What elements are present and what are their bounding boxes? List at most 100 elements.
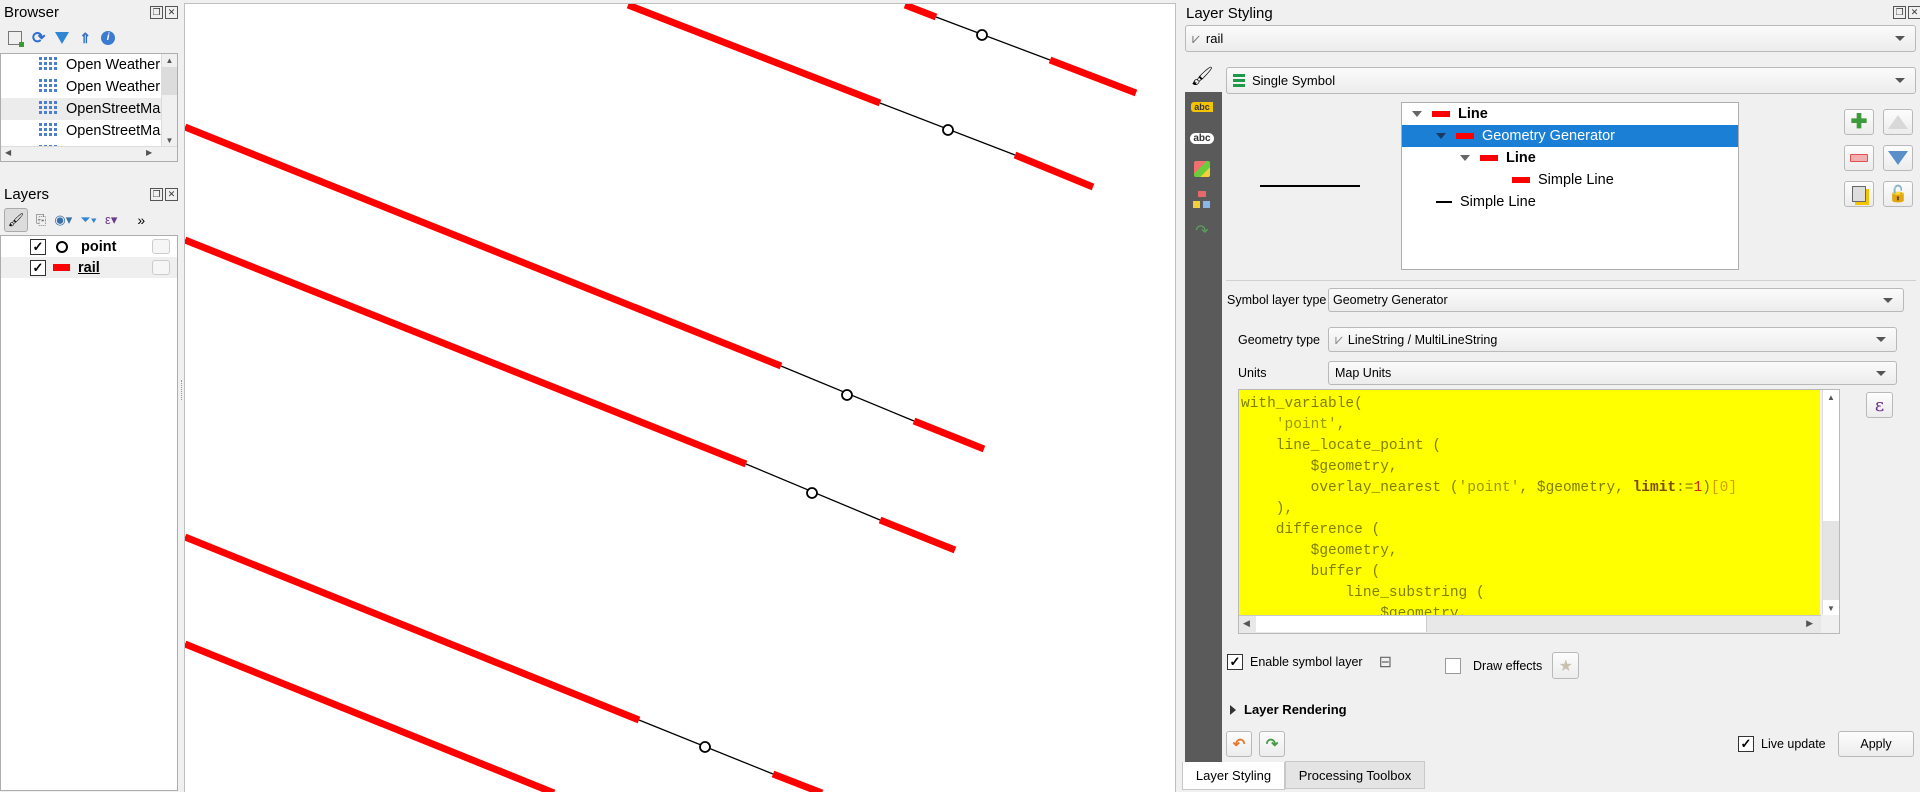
browser-tree[interactable]: Open Weather Open Weather OpenStreetMa Open… — [0, 53, 178, 162]
layer-item-rail[interactable]: ✓ rail — [1, 257, 177, 278]
expression-editor[interactable]: with_variable( 'point', line_locate_poin… — [1238, 389, 1840, 634]
rail-segment — [903, 4, 938, 21]
units-value: Map Units — [1335, 366, 1392, 380]
masks-icon[interactable]: abc — [1187, 124, 1217, 152]
line-symbol-icon — [53, 264, 70, 271]
style-icon[interactable]: 🖌 — [4, 208, 28, 232]
expand-arrow-icon[interactable] — [1460, 155, 1470, 161]
close-dock-icon[interactable]: ✕ — [165, 6, 178, 19]
layer-visibility-checkbox[interactable]: ✓ — [30, 238, 46, 255]
info-icon[interactable]: i — [101, 31, 116, 45]
symbol-tree-label: Geometry Generator — [1482, 128, 1615, 144]
expand-arrow-icon[interactable] — [1412, 111, 1422, 117]
renderer-combo[interactable]: Single Symbol — [1226, 67, 1916, 94]
more-icon[interactable]: » — [137, 212, 145, 228]
expression-hscrollbar[interactable]: ◀ ▶ — [1239, 615, 1821, 633]
expression-filter-icon[interactable]: ε▾ — [105, 212, 117, 228]
rail-segment — [185, 533, 641, 724]
browser-item[interactable]: Open Weather — [1, 76, 161, 98]
browser-item[interactable]: Open Weather — [1, 54, 161, 76]
move-up-button[interactable] — [1883, 109, 1913, 135]
map-svg — [185, 4, 1138, 792]
rail-centerline — [935, 16, 1051, 61]
layer-indicator-icon[interactable] — [152, 260, 170, 275]
red-line-swatch-icon — [1432, 111, 1450, 117]
live-update-checkbox[interactable]: ✓ — [1738, 736, 1754, 752]
layer-item-point[interactable]: ✓ point — [1, 236, 177, 257]
lock-button[interactable]: 🔓 — [1883, 181, 1913, 207]
rail-segment — [912, 417, 986, 453]
symbol-tree-item[interactable]: Line — [1402, 147, 1738, 169]
browser-item[interactable]: OpenStreetMa — [1, 120, 161, 142]
labels-icon[interactable]: abc — [1187, 93, 1217, 121]
browser-hscrollbar[interactable]: ◀ ▶ — [1, 146, 177, 161]
redo-button[interactable]: ↷ — [1259, 731, 1285, 757]
duplicate-button[interactable] — [1844, 181, 1874, 207]
layers-tree[interactable]: ✓ point ✓ rail — [0, 235, 178, 791]
point-feature[interactable] — [942, 124, 954, 136]
3d-view-icon[interactable] — [1187, 155, 1217, 183]
add-group-icon[interactable]: ⎘ — [36, 212, 46, 228]
units-combo[interactable]: Map Units — [1328, 361, 1897, 385]
layer-indicator-icon[interactable] — [152, 239, 170, 254]
expand-arrow-icon[interactable] — [1436, 133, 1446, 139]
float-dock-icon[interactable]: ❐ — [1893, 6, 1906, 19]
point-feature[interactable] — [841, 389, 853, 401]
expression-builder-button[interactable]: ε — [1866, 392, 1893, 418]
draw-effects-checkbox[interactable] — [1445, 657, 1461, 674]
point-feature[interactable] — [976, 29, 988, 41]
history-icon[interactable]: ↷ — [1187, 217, 1217, 245]
browser-item-label: Open Weather — [66, 57, 161, 73]
apply-button[interactable]: Apply — [1838, 731, 1914, 757]
chevron-down-icon — [1876, 337, 1886, 342]
symbology-icon[interactable]: 🖌 — [1187, 62, 1217, 90]
rail-segment — [1048, 56, 1138, 97]
divider — [1226, 280, 1916, 281]
expression-vscrollbar[interactable]: ▲ ▼ — [1822, 390, 1839, 615]
close-dock-icon[interactable]: ✕ — [165, 188, 178, 201]
layer-combo[interactable]: ⩗ rail — [1185, 25, 1916, 52]
symbol-layers-tree[interactable]: Line Geometry Generator Line Simple Line Sim… — [1401, 102, 1739, 270]
tab-processing-toolbox[interactable]: Processing Toolbox — [1285, 761, 1425, 789]
add-layer-icon[interactable] — [8, 31, 24, 47]
enable-symbol-layer-checkbox[interactable]: ✓ — [1227, 654, 1243, 670]
refresh-icon[interactable]: ⟳ — [32, 28, 45, 48]
data-defined-override-icon[interactable]: ⊟ — [1379, 652, 1392, 672]
undo-button[interactable]: ↶ — [1226, 731, 1252, 757]
remove-symbol-layer-button[interactable] — [1844, 145, 1874, 171]
geometry-type-combo[interactable]: ⩗ LineString / MultiLineString — [1328, 327, 1897, 352]
browser-item[interactable]: OpenStreetMa — [1, 98, 161, 120]
layer-visibility-checkbox[interactable]: ✓ — [30, 259, 46, 276]
add-symbol-layer-button[interactable]: ✚ — [1844, 109, 1874, 135]
symbol-tree-item[interactable]: Geometry Generator — [1402, 125, 1738, 147]
diagrams-icon[interactable] — [1187, 186, 1217, 214]
visibility-icon[interactable]: ◉▾ — [54, 212, 72, 228]
filter-icon[interactable] — [55, 32, 70, 44]
browser-vscrollbar[interactable]: ▲ ▼ — [161, 54, 177, 147]
effects-button[interactable]: ★ — [1552, 652, 1580, 679]
layer-styling-title: Layer Styling — [1186, 5, 1273, 22]
map-canvas[interactable] — [184, 3, 1176, 792]
symbol-tree-item[interactable]: Line — [1402, 103, 1738, 125]
layer-combo-value: rail — [1205, 31, 1224, 46]
expression-code[interactable]: with_variable( 'point', line_locate_poin… — [1239, 390, 1820, 615]
browser-item-label: OpenStreetMa — [66, 101, 161, 117]
point-feature[interactable] — [699, 741, 711, 753]
expression-line: ), — [1241, 501, 1294, 517]
point-feature[interactable] — [806, 487, 818, 499]
symbol-layer-type-combo[interactable]: Geometry Generator — [1328, 288, 1904, 312]
float-dock-icon[interactable]: ❐ — [150, 6, 163, 19]
tile-grid-icon — [39, 79, 57, 95]
move-down-button[interactable] — [1883, 145, 1913, 171]
chevron-down-icon — [1895, 36, 1905, 41]
collapse-icon[interactable]: ⇑ — [79, 30, 91, 47]
close-dock-icon[interactable]: ✕ — [1908, 6, 1920, 19]
float-dock-icon[interactable]: ❐ — [150, 188, 163, 201]
symbol-tree-item[interactable]: Simple Line — [1402, 169, 1738, 191]
filter-legend-icon[interactable]: ⏷▾ — [80, 212, 97, 228]
symbol-preview — [1260, 185, 1360, 187]
tab-layer-styling[interactable]: Layer Styling — [1182, 762, 1285, 790]
rail-segment — [185, 236, 748, 468]
layer-rendering-section[interactable]: Layer Rendering — [1230, 702, 1347, 717]
symbol-tree-item[interactable]: Simple Line — [1402, 191, 1738, 213]
